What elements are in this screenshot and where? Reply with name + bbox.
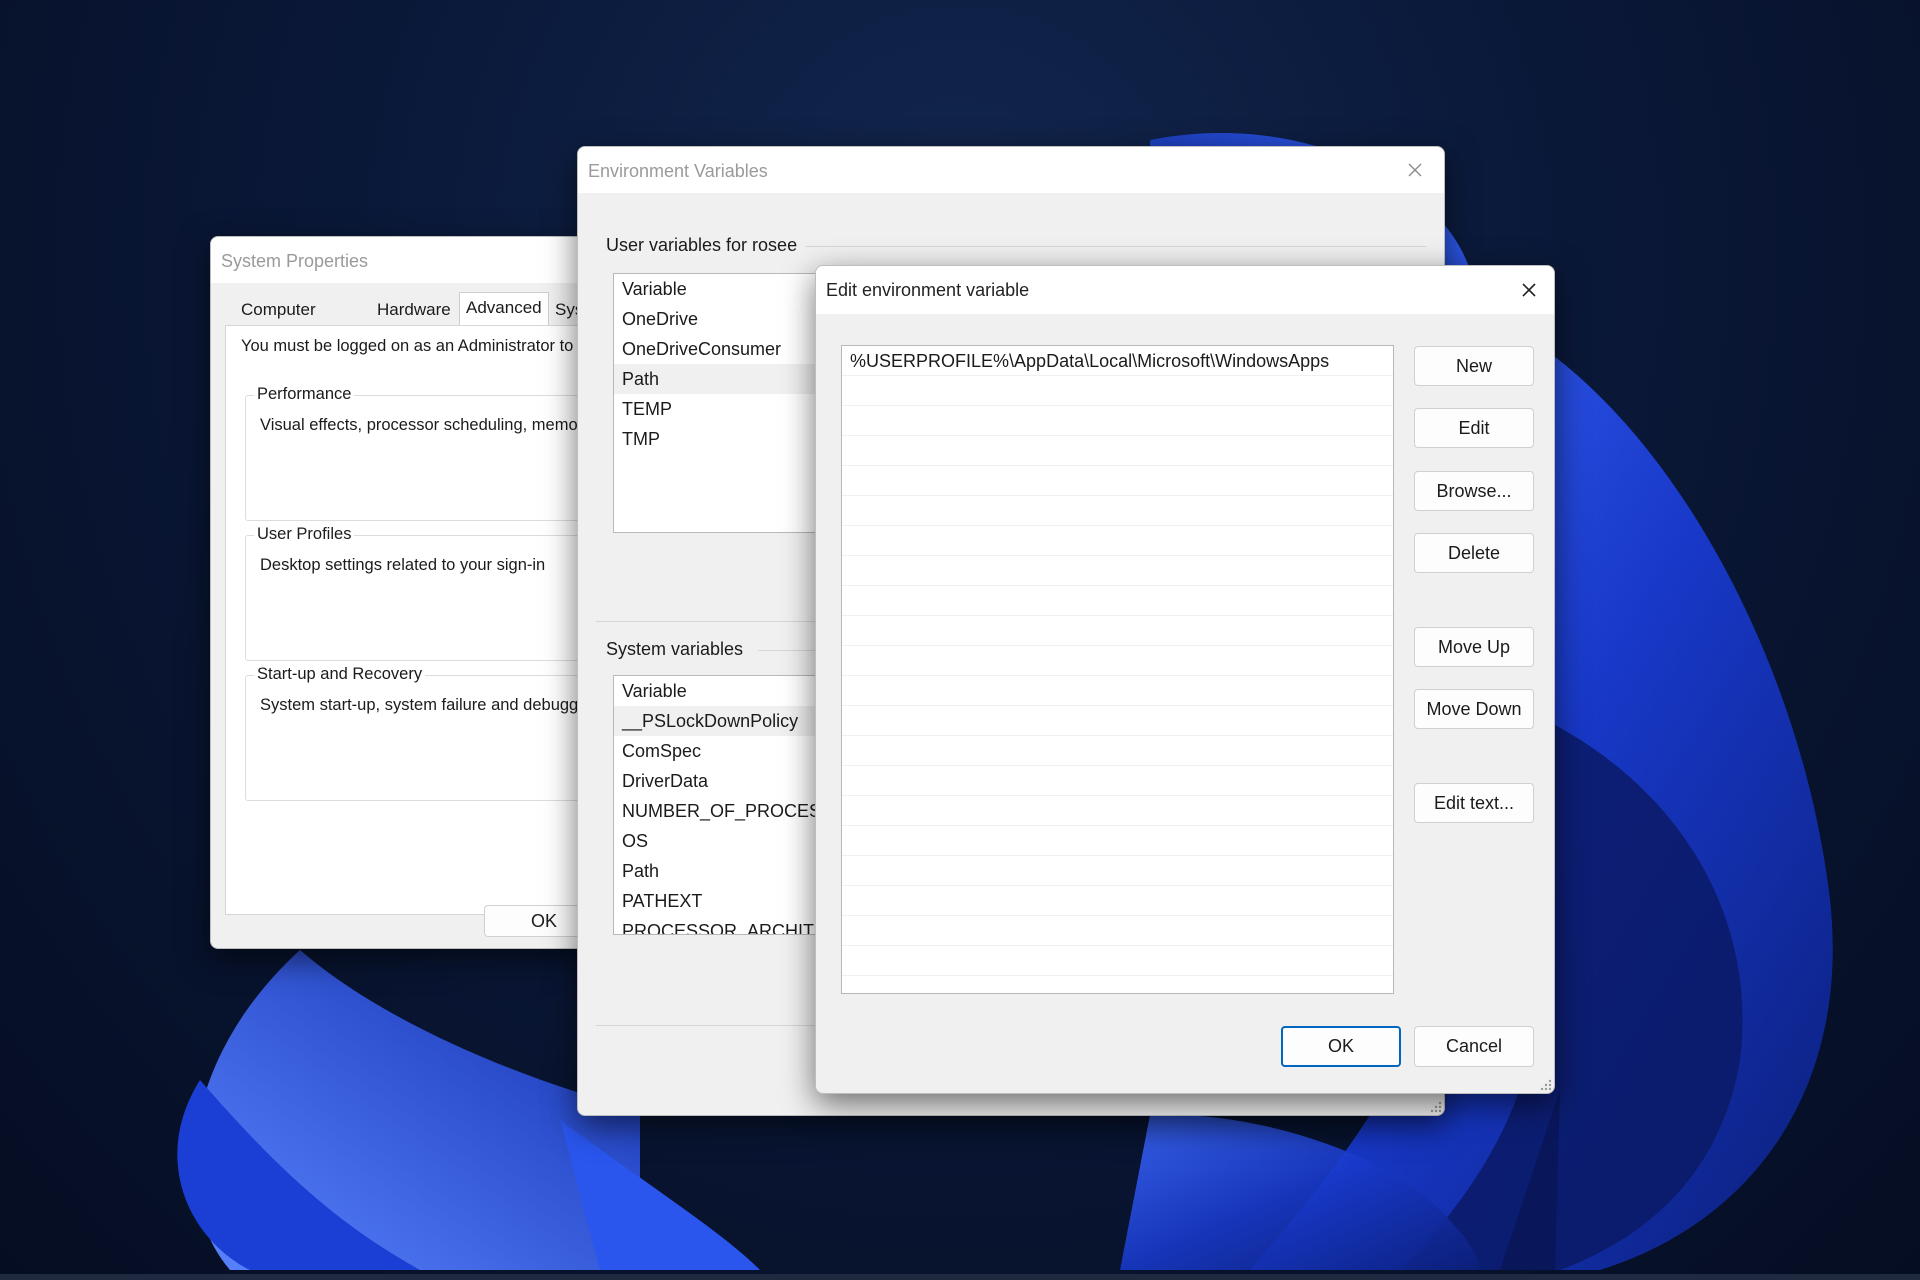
user-variable-row-selected[interactable]: Path bbox=[614, 364, 832, 394]
user-profiles-desc: Desktop settings related to your sign-in bbox=[260, 556, 546, 574]
path-entry-empty-row[interactable] bbox=[842, 406, 1393, 436]
system-variable-row[interactable]: DriverData bbox=[614, 766, 832, 796]
environment-variables-title: Environment Variables bbox=[588, 161, 768, 181]
tab-computer-name[interactable]: Computer Name bbox=[241, 295, 316, 349]
path-entry-empty-row[interactable] bbox=[842, 886, 1393, 916]
system-variable-row[interactable]: Path bbox=[614, 856, 832, 886]
performance-group: Performance Visual effects, processor sc… bbox=[245, 385, 629, 521]
user-variables-heading: User variables for rosee bbox=[606, 235, 798, 255]
path-entry-row[interactable]: %USERPROFILE%\AppData\Local\Microsoft\Wi… bbox=[842, 346, 1393, 376]
tab-hardware[interactable]: Hardware bbox=[377, 295, 451, 325]
path-entry-empty-row[interactable] bbox=[842, 466, 1393, 496]
edit-variable-close-button[interactable] bbox=[1506, 266, 1552, 314]
path-entry-empty-row[interactable] bbox=[842, 856, 1393, 886]
path-entry-empty-row[interactable] bbox=[842, 736, 1393, 766]
system-properties-title: System Properties bbox=[221, 251, 369, 271]
path-entry-empty-row[interactable] bbox=[842, 916, 1393, 946]
system-variable-row[interactable]: ComSpec bbox=[614, 736, 832, 766]
close-icon bbox=[1522, 283, 1536, 297]
path-entry-empty-row[interactable] bbox=[842, 676, 1393, 706]
new-button[interactable]: New bbox=[1414, 346, 1534, 386]
edit-variable-title: Edit environment variable bbox=[826, 280, 1030, 300]
system-variable-row[interactable]: PROCESSOR_ARCHITECTURE bbox=[614, 916, 832, 934]
startup-recovery-group: Start-up and Recovery System start-up, s… bbox=[245, 665, 629, 801]
environment-variables-close-button[interactable] bbox=[1392, 147, 1438, 193]
system-variables-list[interactable]: Variable __PSLockDownPolicy ComSpec Driv… bbox=[613, 675, 833, 935]
performance-desc: Visual effects, processor scheduling, me… bbox=[260, 416, 578, 434]
admin-note: You must be logged on as an Administrato… bbox=[241, 337, 574, 355]
user-variable-row[interactable]: OneDrive bbox=[614, 304, 832, 334]
path-entry-empty-row[interactable] bbox=[842, 556, 1393, 586]
browse-button[interactable]: Browse... bbox=[1414, 471, 1534, 511]
user-variables-list[interactable]: Variable OneDrive OneDriveConsumer Path … bbox=[613, 273, 833, 533]
path-entry-empty-row[interactable] bbox=[842, 706, 1393, 736]
path-entry-empty-row[interactable] bbox=[842, 946, 1393, 976]
user-variable-row[interactable]: TMP bbox=[614, 424, 832, 454]
system-variable-row[interactable]: OS bbox=[614, 826, 832, 856]
system-variable-row-selected[interactable]: __PSLockDownPolicy bbox=[614, 706, 832, 736]
system-properties-window: System Properties Computer Name Hardware… bbox=[210, 236, 630, 949]
system-variables-heading: System variables bbox=[606, 639, 744, 659]
performance-label: Performance bbox=[254, 385, 355, 404]
path-entry-empty-row[interactable] bbox=[842, 496, 1393, 526]
system-properties-titlebar[interactable]: System Properties bbox=[211, 237, 629, 283]
system-variable-row[interactable]: PATHEXT bbox=[614, 886, 832, 916]
user-profiles-group: User Profiles Desktop settings related t… bbox=[245, 525, 629, 661]
edit-variable-titlebar[interactable]: Edit environment variable bbox=[816, 266, 1554, 314]
ok-button[interactable]: OK bbox=[1281, 1026, 1401, 1067]
resize-grip-icon[interactable] bbox=[1538, 1077, 1552, 1091]
user-variables-header[interactable]: Variable bbox=[614, 274, 832, 304]
user-variable-row[interactable]: OneDriveConsumer bbox=[614, 334, 832, 364]
edit-text-button[interactable]: Edit text... bbox=[1414, 783, 1534, 823]
path-entry-empty-row[interactable] bbox=[842, 376, 1393, 406]
delete-button[interactable]: Delete bbox=[1414, 533, 1534, 573]
user-variable-row[interactable]: TEMP bbox=[614, 394, 832, 424]
path-entry-empty-row[interactable] bbox=[842, 796, 1393, 826]
path-entry-empty-row[interactable] bbox=[842, 436, 1393, 466]
system-variables-header[interactable]: Variable bbox=[614, 676, 832, 706]
environment-variables-titlebar[interactable]: Environment Variables bbox=[578, 147, 1444, 193]
tab-advanced[interactable]: Advanced bbox=[459, 292, 549, 325]
move-down-button[interactable]: Move Down bbox=[1414, 689, 1534, 729]
edit-environment-variable-window: Edit environment variable %USERPROFILE%\… bbox=[815, 265, 1555, 1094]
close-icon bbox=[1408, 163, 1422, 177]
system-variable-row[interactable]: NUMBER_OF_PROCESSO bbox=[614, 796, 832, 826]
path-entry-empty-row[interactable] bbox=[842, 586, 1393, 616]
path-entry-empty-row[interactable] bbox=[842, 526, 1393, 556]
move-up-button[interactable]: Move Up bbox=[1414, 627, 1534, 667]
taskbar-strip bbox=[0, 1274, 1920, 1280]
cancel-button[interactable]: Cancel bbox=[1414, 1026, 1534, 1067]
path-entry-empty-row[interactable] bbox=[842, 616, 1393, 646]
path-entry-empty-row[interactable] bbox=[842, 826, 1393, 856]
user-variables-divider bbox=[806, 246, 1426, 247]
path-entry-empty-row[interactable] bbox=[842, 766, 1393, 796]
user-profiles-label: User Profiles bbox=[254, 525, 355, 544]
startup-recovery-desc: System start-up, system failure and debu… bbox=[260, 696, 582, 714]
path-entry-text: %USERPROFILE%\AppData\Local\Microsoft\Wi… bbox=[850, 351, 1330, 371]
startup-recovery-label: Start-up and Recovery bbox=[254, 665, 426, 684]
resize-grip-icon[interactable] bbox=[1428, 1099, 1442, 1113]
edit-button[interactable]: Edit bbox=[1414, 408, 1534, 448]
path-entry-empty-row[interactable] bbox=[842, 646, 1393, 676]
path-entries-list[interactable]: %USERPROFILE%\AppData\Local\Microsoft\Wi… bbox=[841, 345, 1394, 994]
